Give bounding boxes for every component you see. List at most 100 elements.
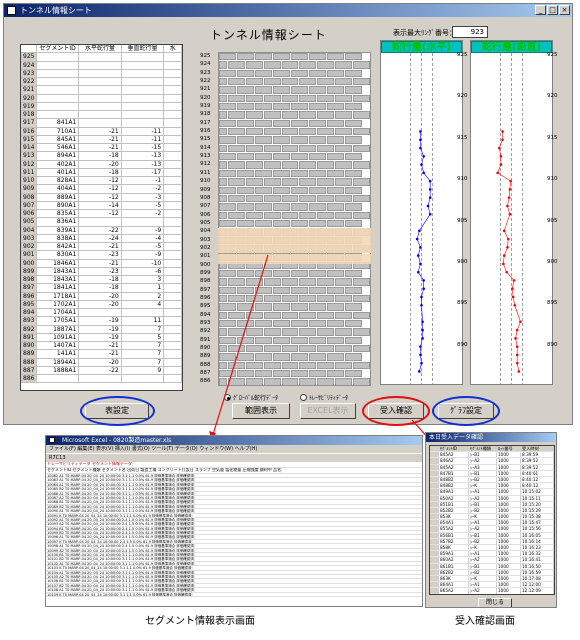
confirm-cell: 10:15:56	[521, 526, 554, 532]
confirm-row[interactable]: 865A2 ｼｰA2 1000 12:12:09	[430, 588, 554, 594]
confirm-cell: ｼｰB2	[469, 538, 497, 544]
confirm-cell: 1000	[497, 538, 521, 544]
excel-row-text: 10102 A1 T0 MARP-04 20_04_24 10:00:00 3.…	[47, 561, 195, 566]
confirm-cell: 854A1	[439, 520, 469, 526]
confirm-cell: 8:40:12	[521, 483, 554, 489]
confirm-title: 本日受入データ確認	[429, 434, 484, 441]
excel-menu-bar[interactable]: ファイル(F) 編集(E) 表示(V) 挿入(I) 書式(O) ツール(T) デ…	[46, 445, 422, 453]
confirm-cell: 10:16:14	[521, 538, 554, 544]
confirm-cell: ｼｰA1	[469, 582, 497, 588]
excel-formula-bar: R7C13	[46, 453, 422, 462]
confirm-cell	[430, 575, 439, 582]
confirm-cell: ｼｰB1	[469, 501, 497, 507]
confirm-cell: 1000	[497, 569, 521, 575]
excel-row-text: 10106 B1 T0 MARP-04 20_04_24 10:00:00 3.…	[47, 579, 195, 583]
confirm-cell: 848B2	[439, 476, 469, 483]
confirm-cell: 862B2	[439, 569, 469, 575]
confirm-cell: 10:16:41	[521, 557, 554, 563]
confirm-cell: 10:16:23	[521, 545, 554, 551]
caption-segment: セグメント情報表示画面	[145, 616, 255, 627]
excel-row-text: 10108 A1 T0 MARP-04 20_04_24 10:00:00 3.…	[47, 588, 195, 592]
confirm-cell: ｼｰA2	[469, 557, 497, 563]
confirm-cell: 10:17:08	[521, 575, 554, 582]
excel-data-rows[interactable]: 10082 A1 T0 MARP-04 20_04_24 10:00:00 3.…	[46, 474, 422, 597]
confirm-cell: 10:15:38	[521, 514, 554, 520]
confirm-cell: 863K	[439, 575, 469, 582]
excel-icon	[49, 437, 55, 443]
excel-header-text: トレーサビリティデータ セグメント情報データ	[47, 462, 133, 467]
confirm-cell	[430, 588, 439, 594]
receive-confirm-window: 本日受入データ確認 ｾｸﾞﾒﾝﾄID ｾｸﾞﾒﾝﾄ種類 ﾛｯﾄ番号 受入時刻 845A2…	[425, 432, 557, 608]
confirm-cell: 1000	[497, 507, 521, 514]
confirm-cell: ｼｰA1	[469, 551, 497, 557]
excel-row-text: 10103 K T0 MARP-04 20_04_24 10:00:00 3.1…	[47, 566, 193, 570]
excel-row-text: 10109 K T0 MARP-04 20_04_24 10:00:00 3.1…	[47, 592, 193, 596]
confirm-cell: 859A1	[439, 551, 469, 557]
confirm-cell: 1000	[497, 464, 521, 470]
confirm-cell	[430, 483, 439, 489]
confirm-cell: ｼｰB1	[469, 470, 497, 476]
confirm-cell: 10:15:29	[521, 507, 554, 514]
confirm-cell: 845A2	[439, 452, 469, 458]
confirm-cell: ｼｰA1	[469, 520, 497, 526]
confirm-cell: 10:15:02	[521, 489, 554, 495]
confirm-cell	[430, 520, 439, 526]
confirm-cell	[430, 458, 439, 464]
excel-row-text: 10104 A1 T0 MARP-04 20_04_24 10:00:00 3.…	[47, 570, 195, 574]
excel-row-text: 10084 A1 T0 MARP-04 20_04_24 10:00:00 3.…	[47, 482, 195, 487]
confirm-cell: 848B2	[439, 483, 469, 489]
confirm-cell	[430, 470, 439, 476]
confirm-cell: 1000	[497, 545, 521, 551]
close-confirm-button[interactable]: 閉じる	[478, 598, 512, 607]
confirm-title-bar: 本日受入データ確認	[426, 433, 556, 442]
confirm-cell: 1000	[497, 526, 521, 532]
excel-row-text: 10089 B2 T0 MARP-04 20_04_24 10:00:00 3.…	[47, 504, 195, 509]
confirm-cell: ｼｰB2	[469, 569, 497, 575]
confirm-header-cell: ｾｸﾞﾒﾝﾄID	[439, 446, 469, 452]
excel-row-text: 10087 A2 T0 MARP-04 20_04_24 10:00:00 3.…	[47, 495, 195, 500]
confirm-cell: 8:39:52	[521, 464, 554, 470]
excel-row-text: 10096 A1 T0 MARP-04 20_04_24 10:00:00 2.…	[47, 535, 195, 539]
cell-reference[interactable]: R7C13	[49, 455, 66, 461]
confirm-cell: 8:40:01	[521, 470, 554, 476]
confirm-cell	[430, 514, 439, 520]
confirm-cell	[430, 538, 439, 544]
confirm-cell: 1000	[497, 582, 521, 588]
confirm-cell: ｼｰK	[469, 575, 497, 582]
confirm-cell	[430, 464, 439, 470]
confirm-cell	[430, 507, 439, 514]
confirm-cell: 1000	[497, 470, 521, 476]
arrow-to-excel	[211, 254, 269, 439]
confirm-cell: ｼｰB1	[469, 532, 497, 538]
confirm-cell: 1000	[497, 476, 521, 483]
confirm-cell	[430, 526, 439, 532]
confirm-cell: 860A2	[439, 557, 469, 563]
confirm-cell	[430, 489, 439, 495]
confirm-cell: 8:39:59	[521, 452, 554, 458]
confirm-cell: 8:39:52	[521, 458, 554, 464]
excel-row-text: 10101 B2 T0 MARP-04 20_04_24 10:00:00 3.…	[47, 557, 195, 561]
excel-row[interactable]: 10109 K T0 MARP-04 20_04_24 10:00:00 3.1…	[46, 592, 422, 597]
confirm-cell: 846A2	[439, 458, 469, 464]
confirm-cell: 12:12:00	[521, 582, 554, 588]
excel-row-text: 10099 A2 T0 MARP-04 20_04_24 10:00:00 2.…	[47, 548, 195, 553]
confirm-cell: 8:40:12	[521, 476, 554, 483]
confirm-cell: 1000	[497, 557, 521, 563]
confirm-cell: ｼｰB1	[469, 452, 497, 458]
confirm-cell	[430, 551, 439, 557]
excel-row-text: 10085 B2 T0 MARP-04 20_04_24 10:00:00 3.…	[47, 487, 195, 491]
confirm-cell: 1000	[497, 489, 521, 495]
confirm-cell: 853K	[439, 514, 469, 520]
confirm-cell: ｼｰA2	[469, 526, 497, 532]
confirm-cell: 857B2	[439, 538, 469, 544]
confirm-cell: ｼｰA2	[469, 495, 497, 501]
confirm-cell: ｼｰK	[469, 483, 497, 489]
confirm-header-cell: ｾｸﾞﾒﾝﾄ種類	[469, 446, 497, 452]
excel-row-text: 10097 K T0 MARP-04 20_04_24 10:00:00 2.4…	[47, 539, 193, 544]
confirm-cell	[430, 569, 439, 575]
confirm-cell: 1000	[497, 483, 521, 489]
confirm-cell: ｼｰA2	[469, 588, 497, 594]
excel-title-bar: Microsoft Excel - 0820製造master.xls	[46, 436, 422, 445]
confirm-cell: 852B2	[439, 507, 469, 514]
confirm-table[interactable]: ｾｸﾞﾒﾝﾄID ｾｸﾞﾒﾝﾄ種類 ﾛｯﾄ番号 受入時刻 845A2 ｼｰB1 1000 8:…	[429, 445, 555, 595]
